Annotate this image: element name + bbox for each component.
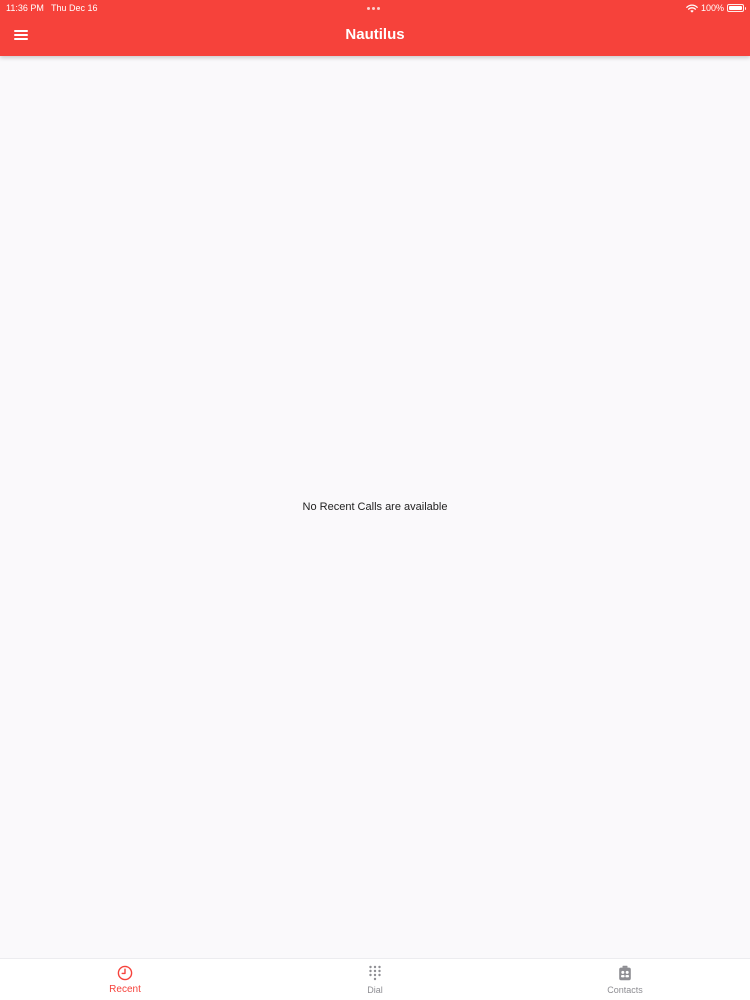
tab-contacts[interactable]: Contacts (500, 959, 750, 1000)
status-indicators: 100% (686, 0, 746, 16)
empty-state-message: No Recent Calls are available (302, 501, 448, 513)
tab-dial[interactable]: Dial (250, 959, 500, 1000)
battery-icon (727, 4, 746, 12)
status-date: Thu Dec 16 (51, 3, 98, 13)
status-bar: 11:36 PM Thu Dec 16 100% (0, 0, 750, 16)
status-time: 11:36 PM (6, 3, 44, 13)
app-screen: 11:36 PM Thu Dec 16 100% Nautilus No Rec… (0, 0, 750, 1000)
dialpad-icon (369, 965, 381, 981)
recent-calls-list: No Recent Calls are available (0, 56, 750, 958)
multitasking-dots-icon[interactable] (367, 7, 383, 10)
contacts-icon (619, 965, 631, 981)
clock-icon (117, 965, 133, 981)
tab-recent[interactable]: Recent (0, 959, 250, 1000)
app-header: 11:36 PM Thu Dec 16 100% Nautilus (0, 0, 750, 56)
wifi-icon (686, 3, 698, 13)
page-title: Nautilus (345, 26, 405, 43)
tab-label: Recent (109, 984, 141, 995)
tab-label: Dial (367, 985, 383, 995)
tab-label: Contacts (607, 985, 643, 995)
bottom-tab-bar: Recent Dial Contacts (0, 958, 750, 1000)
battery-percentage: 100% (700, 3, 724, 13)
